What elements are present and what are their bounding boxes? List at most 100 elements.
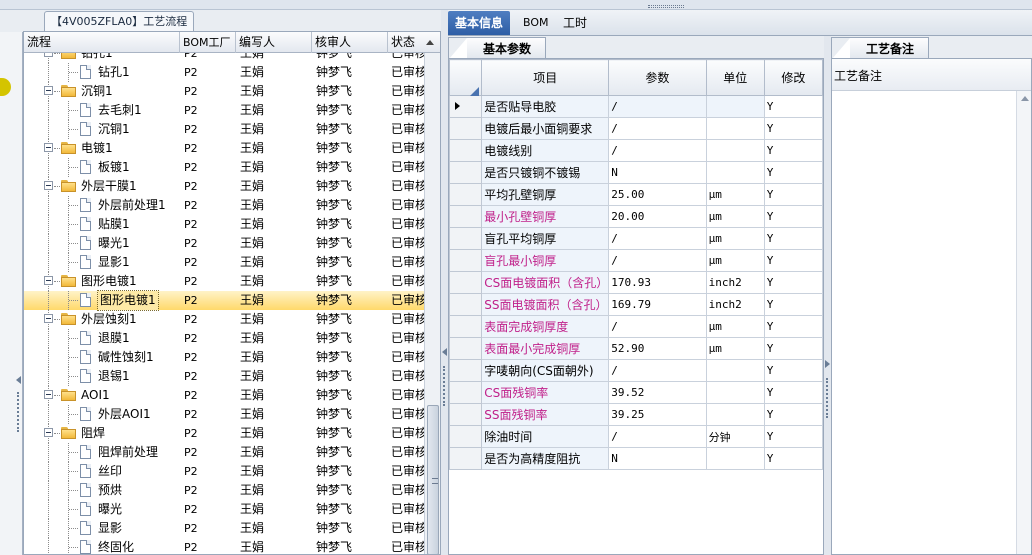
col-header-item[interactable]: 项目 [481,59,610,96]
collapse-left-icon[interactable] [16,376,21,384]
col-header-process[interactable]: 流程 [24,32,180,53]
resize-grip-icon[interactable] [17,392,19,432]
tree-node[interactable]: 曝光 [24,500,180,519]
tree-row[interactable]: 去毛刺1 P2 王娟 钟梦飞 已审核 [24,101,424,120]
tree-node[interactable]: 外层干膜1 [24,177,180,196]
param-value-cell[interactable]: 39.52 [608,381,707,404]
tree-row[interactable]: 沉铜1 P2 王娟 钟梦飞 已审核 [24,82,424,101]
row-header-cell[interactable] [449,403,483,426]
row-header-cell[interactable] [449,95,483,118]
splitter-grip-icon[interactable] [648,5,684,8]
params-row[interactable]: 是否为高精度阻抗 N Y [449,447,823,470]
col-header-modify[interactable]: 修改 [763,59,823,96]
param-value-cell[interactable]: 170.93 [608,271,707,294]
param-value-cell[interactable]: / [608,117,707,140]
splitter-dots-icon[interactable] [826,378,828,418]
tree-row[interactable]: 钻孔1 P2 王娟 钟梦飞 已审核 [24,53,424,63]
col-header-writer[interactable]: 编写人 [236,32,312,53]
param-modify-cell[interactable]: Y [763,117,823,140]
collapse-node-icon[interactable] [44,86,53,95]
tree-row[interactable]: 贴膜1 P2 王娟 钟梦飞 已审核 [24,215,424,234]
row-header-cell[interactable] [449,161,483,184]
params-row[interactable]: 表面完成铜厚度 / μm Y [449,315,823,338]
collapse-node-icon[interactable] [44,276,53,285]
params-row[interactable]: 平均孔壁铜厚 25.00 μm Y [449,183,823,206]
param-modify-cell[interactable]: Y [763,315,823,338]
row-header-cell[interactable] [449,139,483,162]
tree-node[interactable]: 碱性蚀刻1 [24,348,180,367]
collapse-node-icon[interactable] [44,428,53,437]
tree-scrollbar-thumb[interactable] [427,405,439,554]
tree-row[interactable]: 曝光1 P2 王娟 钟梦飞 已审核 [24,234,424,253]
splitter-dots-icon[interactable] [443,366,445,406]
tree-node[interactable]: 显影 [24,519,180,538]
collapse-process-icon[interactable] [442,348,447,356]
row-header-cell[interactable] [449,381,483,404]
tree-node[interactable]: 退锡1 [24,367,180,386]
tree-node[interactable]: 沉铜1 [24,120,180,139]
tree-node[interactable]: 贴膜1 [24,215,180,234]
row-header-cell[interactable] [449,227,483,250]
tree-node[interactable]: AOI1 [24,386,180,405]
param-modify-cell[interactable]: Y [763,271,823,294]
collapse-node-icon[interactable] [44,314,53,323]
row-header-cell[interactable] [449,183,483,206]
param-value-cell[interactable]: / [608,95,707,118]
param-value-cell[interactable]: / [608,227,707,250]
param-modify-cell[interactable]: Y [763,161,823,184]
param-value-cell[interactable]: N [608,447,707,470]
tree-row[interactable]: 阻焊 P2 王娟 钟梦飞 已审核 [24,424,424,443]
params-row[interactable]: SS面残铜率 39.25 Y [449,403,823,426]
param-modify-cell[interactable]: Y [763,403,823,426]
params-row[interactable]: 字唛朝向(CS面朝外) / Y [449,359,823,382]
tree-node[interactable]: 图形电镀1 [24,290,180,311]
select-all-icon[interactable] [470,87,479,96]
tree-row[interactable]: 退锡1 P2 王娟 钟梦飞 已审核 [24,367,424,386]
param-value-cell[interactable]: 52.90 [608,337,707,360]
tree-row[interactable]: 钻孔1 P2 王娟 钟梦飞 已审核 [24,63,424,82]
params-row[interactable]: SS面电镀面积（含孔） 169.79 inch2 Y [449,293,823,316]
params-row[interactable]: CS面电镀面积（含孔） 170.93 inch2 Y [449,271,823,294]
params-row[interactable]: CS面残铜率 39.52 Y [449,381,823,404]
tree-node[interactable]: 沉铜1 [24,82,180,101]
tree-node[interactable]: 外层AOI1 [24,405,180,424]
tree-scrollbar[interactable] [424,53,440,554]
params-row[interactable]: 最小孔壁铜厚 20.00 μm Y [449,205,823,228]
row-header-cell[interactable] [449,425,483,448]
tree-row[interactable]: 外层蚀刻1 P2 王娟 钟梦飞 已审核 [24,310,424,329]
tree-node[interactable]: 阻焊前处理 [24,443,180,462]
params-row[interactable]: 除油时间 / 分钟 Y [449,425,823,448]
param-modify-cell[interactable]: Y [763,205,823,228]
params-row[interactable]: 表面最小完成铜厚 52.90 μm Y [449,337,823,360]
col-header-value[interactable]: 参数 [608,59,707,96]
tree-node[interactable]: 钻孔1 [24,63,180,82]
tree-row[interactable]: 显影1 P2 王娟 钟梦飞 已审核 [24,253,424,272]
main-splitter[interactable] [441,10,448,555]
param-value-cell[interactable]: / [608,359,707,382]
tree-row[interactable]: 图形电镀1 P2 王娟 钟梦飞 已审核 [24,290,424,311]
col-header-reviewer[interactable]: 核审人 [312,32,388,53]
tree-node[interactable]: 外层蚀刻1 [24,310,180,329]
param-value-cell[interactable]: 169.79 [608,293,707,316]
tree-row[interactable]: 外层AOI1 P2 王娟 钟梦飞 已审核 [24,405,424,424]
row-header-cell[interactable] [449,315,483,338]
col-header-unit[interactable]: 单位 [705,59,765,96]
params-row[interactable]: 是否贴导电胶 / Y [449,95,823,118]
tree-node[interactable]: 曝光1 [24,234,180,253]
param-value-cell[interactable]: N [608,161,707,184]
params-row[interactable]: 是否只镀铜不镀锡 N Y [449,161,823,184]
param-modify-cell[interactable]: Y [763,425,823,448]
tree-row[interactable]: 终固化 P2 王娟 钟梦飞 已审核 [24,538,424,554]
tree-node[interactable]: 钻孔1 [24,53,180,63]
tree-node[interactable]: 丝印 [24,462,180,481]
tree-row[interactable]: 图形电镀1 P2 王娟 钟梦飞 已审核 [24,272,424,291]
collapse-node-icon[interactable] [44,390,53,399]
process-flow-tab[interactable]: 【4V005ZFLA0】工艺流程 [44,11,195,31]
tree-node[interactable]: 去毛刺1 [24,101,180,120]
tab-basic-info[interactable]: 基本信息 [448,11,511,35]
tree-row[interactable]: 退膜1 P2 王娟 钟梦飞 已审核 [24,329,424,348]
row-header-cell[interactable] [449,205,483,228]
tree-node[interactable]: 退膜1 [24,329,180,348]
param-value-cell[interactable]: / [608,315,707,338]
tree-row[interactable]: 碱性蚀刻1 P2 王娟 钟梦飞 已审核 [24,348,424,367]
